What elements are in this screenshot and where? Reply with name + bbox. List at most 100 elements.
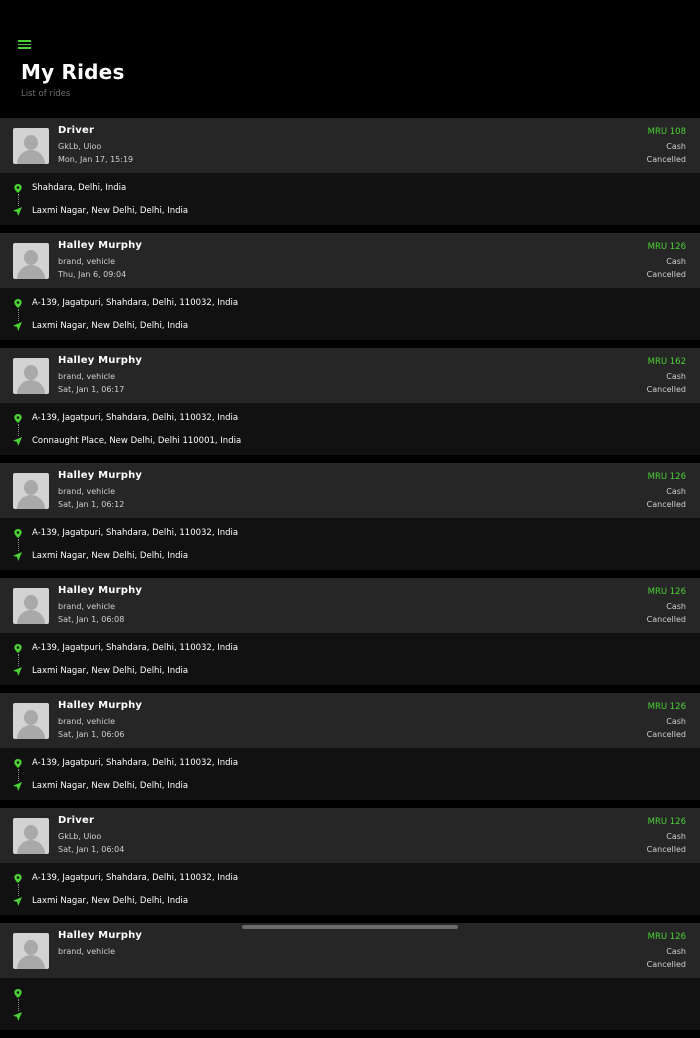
ride-date: Sat, Jan 1, 06:12 [58,500,125,509]
payment-method: Cash [666,602,686,611]
ride-status: Cancelled [646,845,686,854]
ride-status: Cancelled [646,500,686,509]
route-connector [17,424,19,436]
vehicle-info: brand, vehicle [58,257,115,266]
pickup-pin-icon [14,414,22,423]
page-title: My Rides [21,60,125,84]
ride-date: Sat, Jan 1, 06:08 [58,615,125,624]
drop-address: Laxmi Nagar, New Delhi, Delhi, India [32,896,189,906]
avatar-body-icon [17,265,45,279]
vehicle-info: brand, vehicle [58,487,115,496]
ride-date: Thu, Jan 6, 09:04 [58,270,127,279]
pickup-address: A-139, Jagatpuri, Shahdara, Delhi, 11003… [32,873,239,883]
ride-summary: Driver GkLb, Uioo Sat, Jan 1, 06:04 MRU … [0,808,700,863]
pickup-address: A-139, Jagatpuri, Shahdara, Delhi, 11003… [32,528,239,538]
avatar-head-icon [24,365,38,380]
avatar-body-icon [17,725,45,739]
driver-name: Driver [58,815,95,826]
ride-card[interactable]: Halley Murphy brand, vehicle Sat, Jan 1,… [0,693,700,800]
ride-card[interactable]: Driver GkLb, Uioo Sat, Jan 1, 06:04 MRU … [0,808,700,915]
drop-address: Laxmi Nagar, New Delhi, Delhi, India [32,666,189,676]
ride-summary: Halley Murphy brand, vehicle Sat, Jan 1,… [0,693,700,748]
route-connector [17,769,19,781]
drop-address: Laxmi Nagar, New Delhi, Delhi, India [32,206,189,216]
ride-summary: Halley Murphy brand, vehicle MRU 126 Cas… [0,923,700,978]
payment-method: Cash [666,372,686,381]
ride-date: Sat, Jan 1, 06:06 [58,730,125,739]
ride-status: Cancelled [646,615,686,624]
page-subtitle: List of rides [21,89,71,99]
ride-card[interactable]: Driver GkLb, Uioo Mon, Jan 17, 15:19 MRU… [0,118,700,225]
driver-avatar [13,358,49,394]
hamburger-menu-icon[interactable] [18,40,31,49]
ride-status: Cancelled [646,385,686,394]
pickup-address: A-139, Jagatpuri, Shahdara, Delhi, 11003… [32,413,239,423]
ride-card[interactable]: Halley Murphy brand, vehicle Thu, Jan 6,… [0,233,700,340]
pickup-pin-icon [14,874,22,883]
vehicle-info: GkLb, Uioo [58,832,102,841]
header: My Rides List of rides [0,0,700,118]
avatar-head-icon [24,710,38,725]
avatar-head-icon [24,250,38,265]
avatar-body-icon [17,840,45,854]
payment-method: Cash [666,487,686,496]
driver-name: Halley Murphy [58,930,143,941]
ride-date: Sat, Jan 1, 06:17 [58,385,125,394]
drop-navigation-icon [13,897,22,906]
ride-fare: MRU 126 [647,702,686,712]
drop-navigation-icon [13,782,22,791]
driver-name: Driver [58,125,95,136]
ride-card[interactable]: Halley Murphy brand, vehicle Sat, Jan 1,… [0,348,700,455]
ride-date: Mon, Jan 17, 15:19 [58,155,134,164]
pickup-pin-icon [14,184,22,193]
ride-card[interactable]: Halley Murphy brand, vehicle Sat, Jan 1,… [0,463,700,570]
ride-summary: Driver GkLb, Uioo Mon, Jan 17, 15:19 MRU… [0,118,700,173]
avatar-body-icon [17,610,45,624]
pickup-pin-icon [14,989,22,998]
route-connector [17,999,19,1011]
pickup-pin-icon [14,529,22,538]
driver-name: Halley Murphy [58,585,143,596]
pickup-pin-icon [14,759,22,768]
ride-fare: MRU 126 [647,472,686,482]
pickup-pin-icon [14,299,22,308]
avatar-head-icon [24,940,38,955]
driver-avatar [13,473,49,509]
payment-method: Cash [666,832,686,841]
ride-card[interactable]: Halley Murphy brand, vehicle Sat, Jan 1,… [0,578,700,685]
drop-navigation-icon [13,437,22,446]
drop-navigation-icon [13,207,22,216]
driver-name: Halley Murphy [58,355,143,366]
avatar-head-icon [24,480,38,495]
pickup-address: A-139, Jagatpuri, Shahdara, Delhi, 11003… [32,643,239,653]
route-connector [17,884,19,896]
ride-card[interactable]: Halley Murphy brand, vehicle MRU 126 Cas… [0,923,700,1030]
driver-avatar [13,243,49,279]
payment-method: Cash [666,257,686,266]
payment-method: Cash [666,717,686,726]
vehicle-info: brand, vehicle [58,717,115,726]
ride-fare: MRU 126 [647,242,686,252]
driver-avatar [13,933,49,969]
ride-status: Cancelled [646,730,686,739]
driver-name: Halley Murphy [58,240,143,251]
driver-avatar [13,128,49,164]
drop-address: Laxmi Nagar, New Delhi, Delhi, India [32,321,189,331]
route-connector [17,539,19,551]
avatar-head-icon [24,825,38,840]
driver-avatar [13,703,49,739]
ride-fare: MRU 162 [647,357,686,367]
driver-avatar [13,818,49,854]
drop-address: Laxmi Nagar, New Delhi, Delhi, India [32,781,189,791]
pickup-address: A-139, Jagatpuri, Shahdara, Delhi, 11003… [32,298,239,308]
vehicle-info: GkLb, Uioo [58,142,102,151]
ride-summary: Halley Murphy brand, vehicle Sat, Jan 1,… [0,463,700,518]
drop-navigation-icon [13,667,22,676]
ride-date: Sat, Jan 1, 06:04 [58,845,125,854]
avatar-head-icon [24,135,38,150]
drop-navigation-icon [13,552,22,561]
ride-status: Cancelled [646,960,686,969]
driver-avatar [13,588,49,624]
pickup-address: Shahdara, Delhi, India [32,183,127,193]
drop-navigation-icon [13,322,22,331]
